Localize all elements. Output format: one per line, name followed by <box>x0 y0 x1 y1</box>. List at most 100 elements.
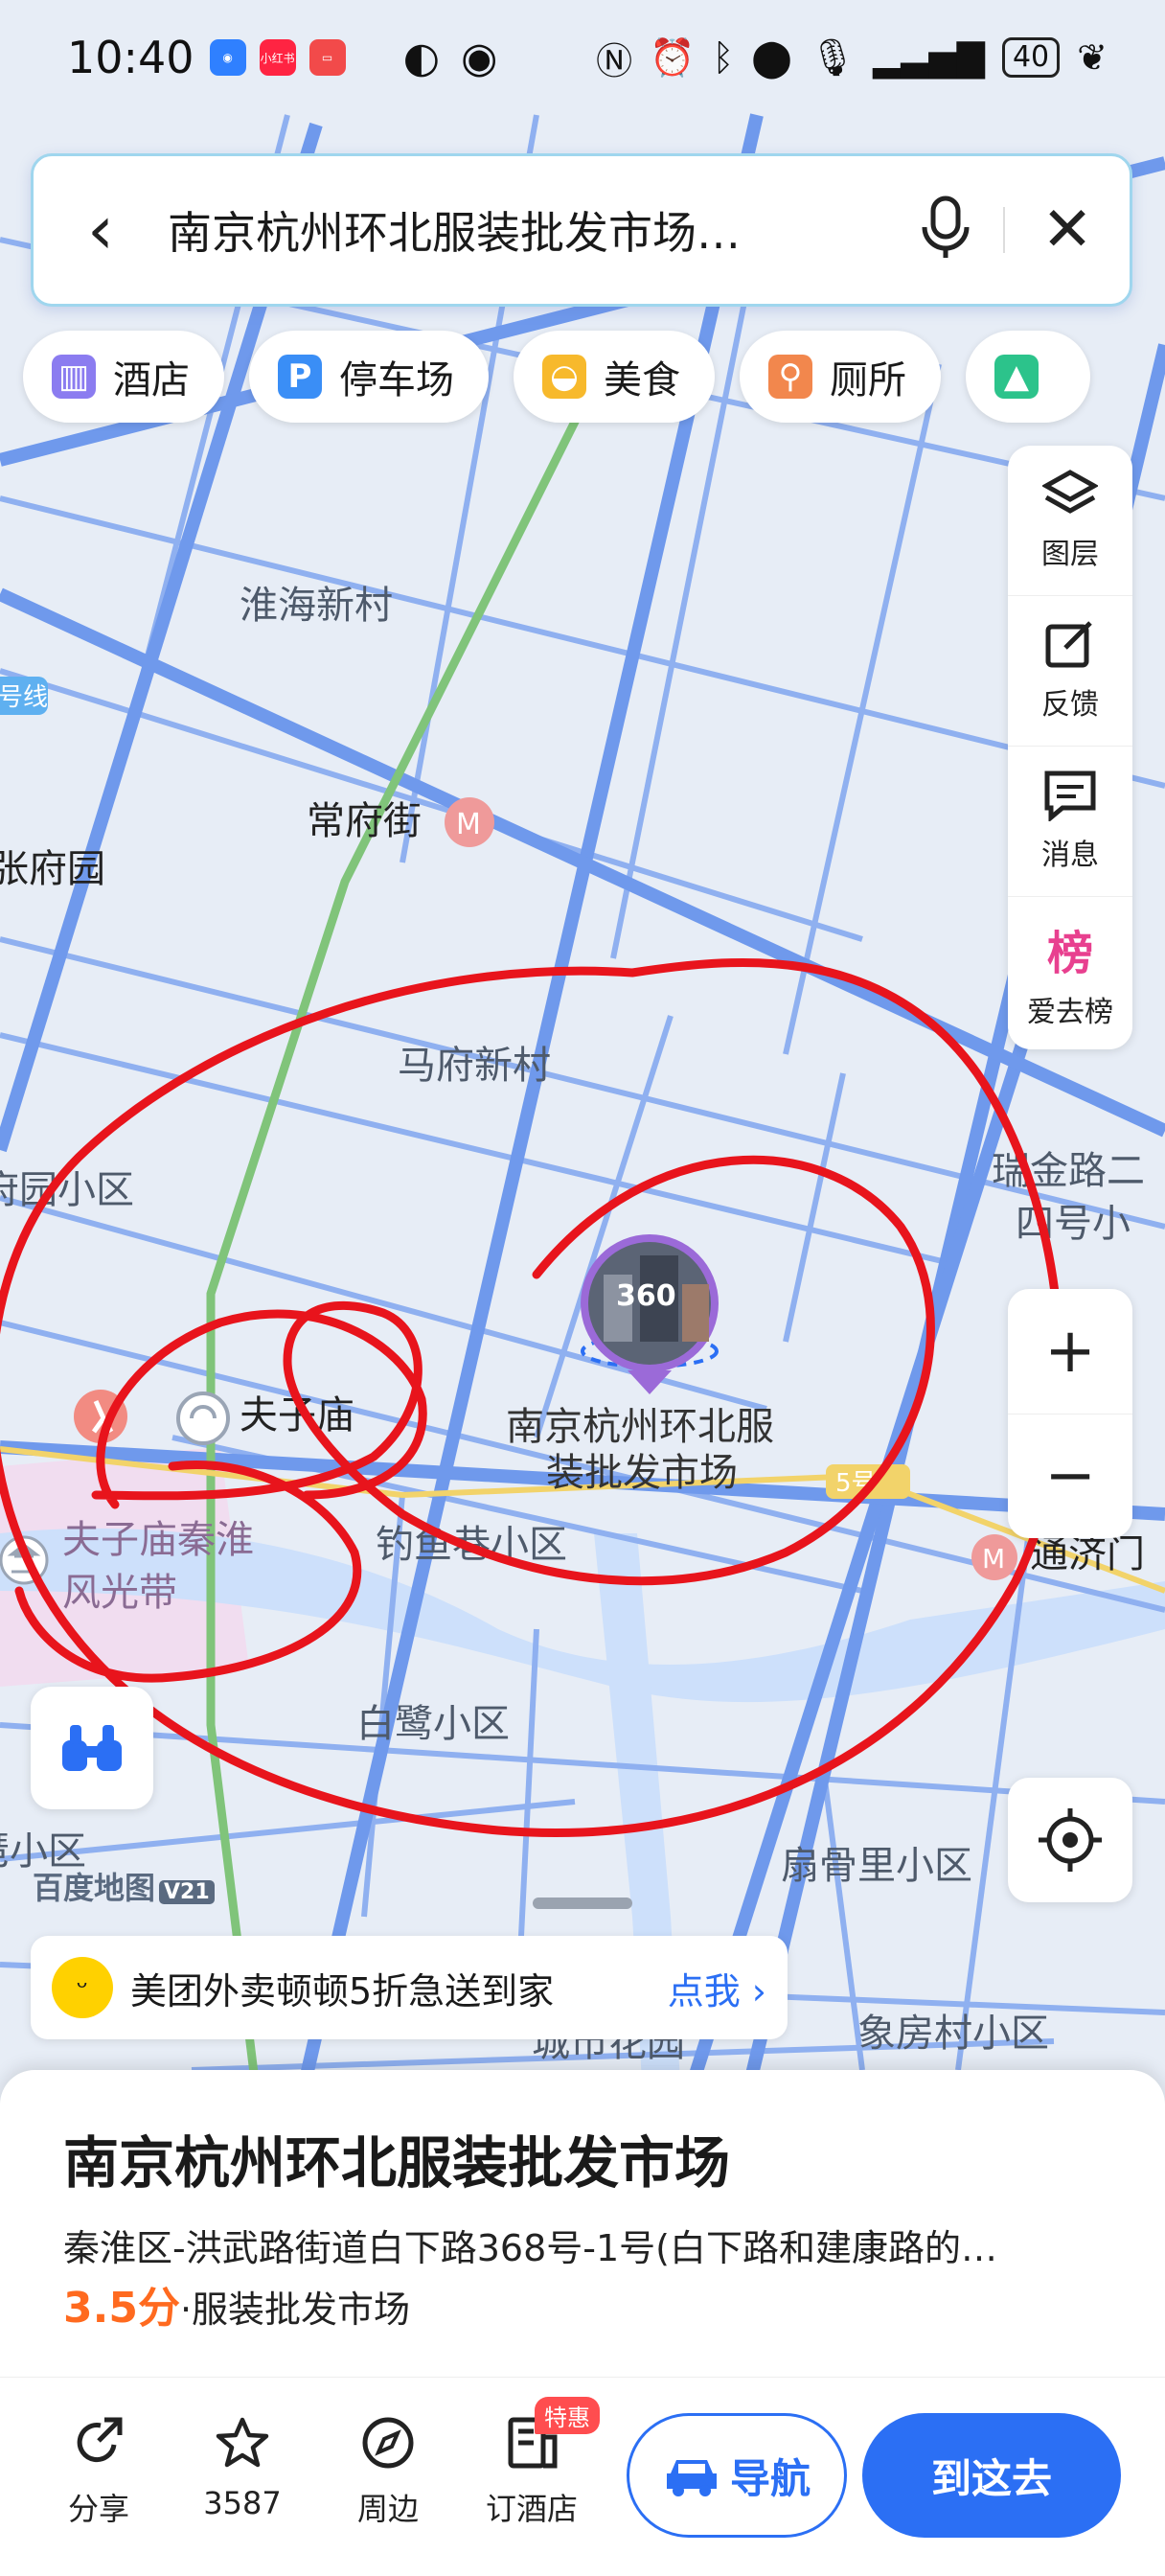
favorite-button[interactable]: 3587 <box>190 2416 295 2521</box>
chip-toilet[interactable]: ⚲ 厕所 <box>740 331 941 423</box>
map-label-mafu[interactable]: 马府新村 <box>398 1044 551 1088</box>
alarm-icon: ⏰ <box>650 35 696 79</box>
close-icon[interactable]: ✕ <box>1005 195 1130 265</box>
map-label-fzm-fengguang[interactable]: 风光带 <box>62 1571 177 1615</box>
map-label-zhangfu[interactable]: 张府园 <box>0 847 105 891</box>
map-label-fzm-qinhuai[interactable]: 夫子庙秦淮 <box>62 1518 254 1562</box>
map-label-tongji[interactable]: 通济门 <box>1030 1532 1145 1576</box>
locate-me-button[interactable] <box>1008 1778 1132 1902</box>
zoom-in-button[interactable]: + <box>1008 1289 1132 1414</box>
star-icon <box>216 2417 269 2468</box>
poi-name-line2[interactable]: 装批发市场 <box>546 1451 738 1495</box>
map-label-bailu[interactable]: 白鹭小区 <box>356 1702 510 1746</box>
share-icon <box>77 2417 123 2463</box>
poi-360-badge: 360 <box>616 1279 676 1313</box>
map-tools-panel: 图层 反馈 消息 榜 爱去榜 <box>1008 446 1132 1049</box>
navigate-label: 导航 <box>729 2454 811 2502</box>
chip-food[interactable]: ◒ 美食 <box>514 331 715 423</box>
binoculars-icon <box>62 1725 122 1771</box>
compass-icon <box>362 2417 414 2469</box>
map-label-huaihai[interactable]: 淮海新村 <box>240 584 393 628</box>
map-label-changfu[interactable]: 常府街 <box>307 799 422 843</box>
nfc-shield-icon: ◐ <box>402 33 440 82</box>
location-icon: ⬤ <box>751 36 792 79</box>
nearby-label: 周边 <box>356 2491 419 2527</box>
hotel-promo-tag: 特惠 <box>535 2397 600 2434</box>
meituan-logo-icon: ᵕ <box>52 1957 113 2018</box>
ranking-icon: 榜 <box>1046 926 1093 980</box>
map-watermark: 百度地图 V21 <box>33 1864 215 1908</box>
hotel-icon: ▥ <box>52 355 96 399</box>
temple-icon[interactable] <box>176 1392 230 1445</box>
notes-icon: ▭ <box>308 39 346 76</box>
map-label-shangu[interactable]: 扇骨里小区 <box>781 1844 972 1888</box>
place-rating-row: 3.5分·服装批发市场 <box>63 2273 410 2334</box>
poi-name-line1[interactable]: 南京杭州环北服 <box>506 1405 774 1449</box>
svg-text:M: M <box>456 808 481 841</box>
ranking-label: 爱去榜 <box>1027 995 1113 1029</box>
map-label-sihao[interactable]: 四号小 <box>1016 1202 1131 1246</box>
search-query[interactable]: 南京杭州环北服装批发市场… <box>168 198 888 262</box>
place-address: 秦淮区-洪武路街道白下路368号-1号(白下路和建康路的… <box>63 2227 997 2269</box>
sheet-drag-handle[interactable] <box>533 1898 632 1909</box>
metro-station-icon[interactable]: M <box>971 1534 1017 1580</box>
ranking-button[interactable]: 榜 爱去榜 <box>1008 897 1132 1047</box>
food-icon: ◒ <box>542 355 586 399</box>
go-here-button[interactable]: 到这去 <box>862 2413 1121 2538</box>
layers-label: 图层 <box>1041 538 1099 571</box>
message-icon <box>1044 770 1096 821</box>
eye-comfort-icon: ◉ <box>460 33 498 82</box>
battery-indicator: 40 <box>1001 37 1061 78</box>
place-title: 南京杭州环北服装批发市场 <box>63 2130 731 2196</box>
mic-status-icon: 🎙 <box>809 35 857 79</box>
voice-search-icon[interactable] <box>888 195 1003 265</box>
nfc-icon: Ⓝ <box>596 39 633 82</box>
messages-button[interactable]: 消息 <box>1008 747 1132 897</box>
chip-food-label: 美食 <box>604 358 680 402</box>
zoom-out-button[interactable]: − <box>1008 1414 1132 1539</box>
book-hotel-label: 订酒店 <box>485 2491 578 2527</box>
nearby-button[interactable]: 周边 <box>335 2416 441 2529</box>
chip-toilet-label: 厕所 <box>830 358 906 402</box>
back-icon[interactable]: ‹ <box>34 191 168 269</box>
promo-banner[interactable]: ᵕ 美团外卖顿顿5折急送到家 点我 › <box>31 1936 788 2039</box>
chip-parking-label: 停车场 <box>339 358 454 402</box>
map-label-xiangfang[interactable]: 象房村小区 <box>857 2012 1049 2056</box>
promo-text: 美团外卖顿顿5折急送到家 <box>130 1969 555 2012</box>
action-bar: 分享 3587 周边 订酒店 特惠 导航 到这去 <box>0 2377 1165 2576</box>
navigate-button[interactable]: 导航 <box>627 2413 847 2538</box>
svg-text:M: M <box>982 1543 1005 1575</box>
feedback-label: 反馈 <box>1041 688 1099 722</box>
toilet-icon: ⚲ <box>768 355 812 399</box>
feedback-button[interactable]: 反馈 <box>1008 596 1132 747</box>
parking-icon: P <box>278 355 322 399</box>
layers-icon <box>1042 470 1098 514</box>
bluetooth-icon: ᛒ <box>712 36 735 79</box>
chip-hotel-label: 酒店 <box>113 358 190 402</box>
signal-icon: ▂▃▅▇ <box>873 36 985 79</box>
chip-more[interactable]: ▲ <box>966 331 1090 423</box>
locate-icon <box>1039 1808 1102 1872</box>
metro-line-tag-label: 号线 <box>0 683 48 712</box>
search-bar[interactable]: ‹ 南京杭州环北服装批发市场… ✕ <box>31 153 1132 307</box>
favorite-count: 3587 <box>203 2485 282 2521</box>
layers-button[interactable]: 图层 <box>1008 446 1132 596</box>
xiaohongshu-icon: 小红书 <box>259 39 296 76</box>
car-icon <box>666 2460 717 2496</box>
chip-hotel[interactable]: ▥ 酒店 <box>23 331 224 423</box>
street-view-button[interactable] <box>31 1687 153 1809</box>
feedback-icon <box>1045 621 1092 668</box>
watermark-version: V21 <box>159 1880 215 1904</box>
metro-station-icon[interactable]: M <box>445 797 494 847</box>
share-button[interactable]: 分享 <box>46 2416 151 2529</box>
place-score: 3.5分 <box>63 2284 180 2333</box>
map-label-ruijin[interactable]: 瑞金路二 <box>992 1149 1145 1193</box>
watermark-text: 百度地图 <box>33 1870 156 1906</box>
promo-link[interactable]: 点我 › <box>668 1962 766 2014</box>
zoom-controls: + − <box>1008 1289 1132 1538</box>
chip-parking[interactable]: P 停车场 <box>249 331 489 423</box>
go-here-label: 到这去 <box>930 2454 1052 2502</box>
leaf-icon: ❦ <box>1077 36 1108 79</box>
place-category: ·服装批发市场 <box>179 2288 411 2331</box>
baidu-netdisk-icon: ◉ <box>209 39 246 76</box>
